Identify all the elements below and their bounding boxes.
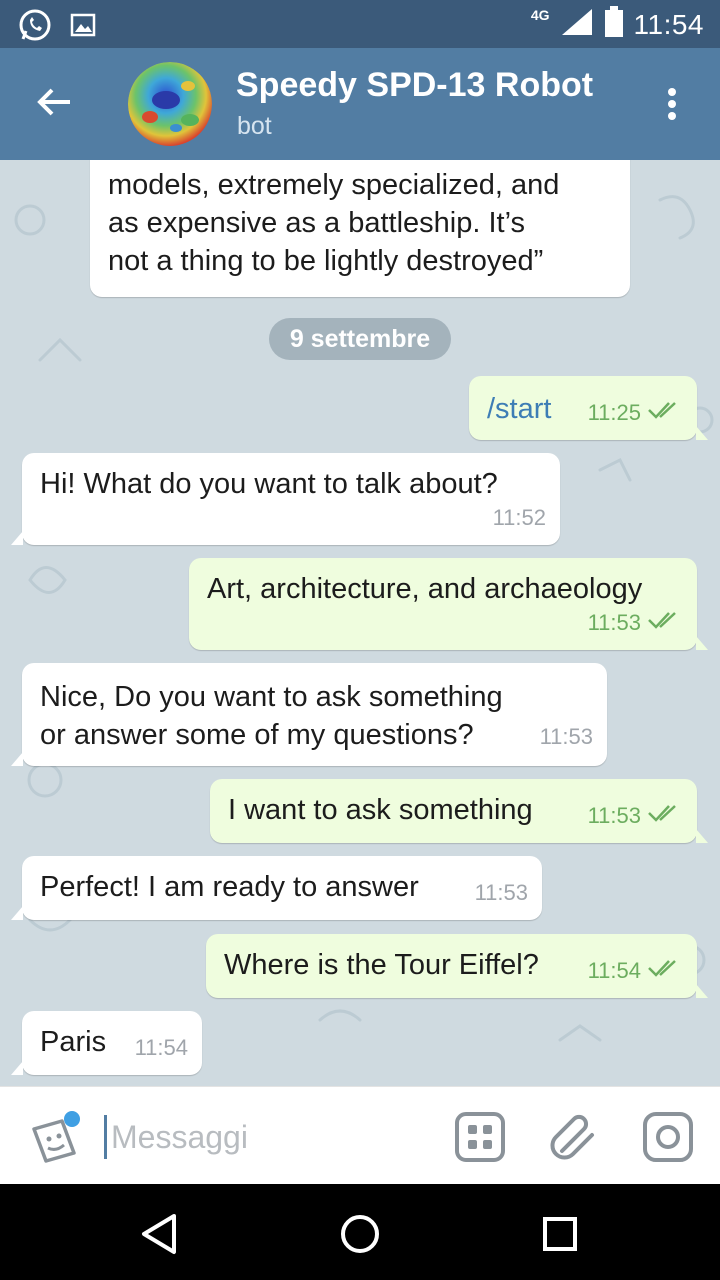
bot-keyboard-button[interactable] [454, 1111, 506, 1163]
sticker-icon [28, 1111, 84, 1171]
read-checkmarks-icon [647, 797, 681, 835]
read-checkmarks-icon [647, 604, 681, 642]
whatsapp-icon [18, 8, 52, 47]
sticker-button[interactable] [28, 1111, 84, 1167]
back-button[interactable] [26, 78, 82, 130]
message-text: Art, architecture, and archaeology [207, 573, 643, 605]
message-text: models, extremely specialized, and [108, 169, 560, 201]
message-text: as expensive as a battleship. It’s [108, 207, 525, 239]
message-bubble-outgoing[interactable]: Art, architecture, and archaeology 11:53 [189, 558, 708, 650]
message-bubble-incoming[interactable]: models, extremely specialized, and as ex… [90, 160, 630, 297]
home-circle-icon [332, 1215, 388, 1266]
bot-keyboard-icon [454, 1112, 506, 1167]
nav-back-button[interactable] [132, 1206, 188, 1262]
message-bubble-incoming[interactable]: Hi! What do you want to talk about? 11:5… [11, 453, 560, 545]
message-text: or answer some of my questions? [40, 719, 474, 751]
chat-subtitle: bot [237, 112, 272, 140]
status-bar: 4G 11:54 [0, 0, 720, 48]
attach-button[interactable] [548, 1111, 600, 1163]
message-text: not a thing to be lightly destroyed” [108, 245, 544, 277]
battery-icon [604, 6, 624, 43]
signal-icon [560, 7, 594, 42]
message-text: Hi! What do you want to talk about? [40, 468, 498, 500]
read-checkmarks-icon [647, 952, 681, 990]
read-checkmarks-icon [647, 394, 681, 432]
composer-bar [0, 1086, 720, 1184]
avatar[interactable] [128, 62, 212, 146]
message-bubble-outgoing[interactable]: Where is the Tour Eiffel? 11:54 [206, 934, 708, 998]
message-time: 11:54 [134, 1035, 188, 1060]
message-time: 11:53 [474, 880, 528, 905]
message-time: 11:53 [587, 610, 641, 635]
message-bubble-outgoing[interactable]: /start 11:25 [469, 376, 708, 440]
message-time: 11:25 [587, 400, 641, 425]
message-text: Perfect! I am ready to answer [40, 871, 419, 903]
arrow-left-icon [36, 86, 72, 123]
message-bubble-outgoing[interactable]: I want to ask something 11:53 [210, 779, 708, 843]
message-bubble-incoming[interactable]: Perfect! I am ready to answer 11:53 [11, 856, 542, 920]
nav-recents-button[interactable] [532, 1206, 588, 1262]
message-time: 11:53 [539, 724, 593, 749]
message-text: Nice, Do you want to ask something [40, 681, 503, 713]
status-clock: 11:54 [633, 8, 704, 40]
message-bubble-incoming[interactable]: Paris 11:54 [11, 1011, 202, 1075]
chat-header: Speedy SPD-13 Robot bot [0, 48, 720, 160]
message-time: 11:52 [492, 505, 546, 530]
date-divider: 9 settembre [269, 318, 451, 360]
attach-icon [548, 1114, 600, 1167]
message-input[interactable] [104, 1115, 434, 1159]
message-bubble-incoming[interactable]: Nice, Do you want to ask something or an… [11, 663, 607, 766]
message-time: 11:54 [587, 958, 641, 983]
more-vert-icon[interactable] [652, 82, 692, 126]
chat-title[interactable]: Speedy SPD-13 Robot [236, 66, 593, 105]
recents-square-icon [532, 1217, 588, 1266]
camera-icon [642, 1112, 694, 1167]
nav-home-button[interactable] [332, 1206, 388, 1262]
camera-button[interactable] [642, 1111, 694, 1163]
network-type: 4G [530, 6, 550, 23]
message-time: 11:53 [587, 803, 641, 828]
back-triangle-icon [132, 1214, 188, 1266]
image-icon [70, 12, 96, 43]
message-list[interactable]: models, extremely specialized, and as ex… [0, 160, 720, 1086]
navigation-bar [0, 1184, 720, 1280]
